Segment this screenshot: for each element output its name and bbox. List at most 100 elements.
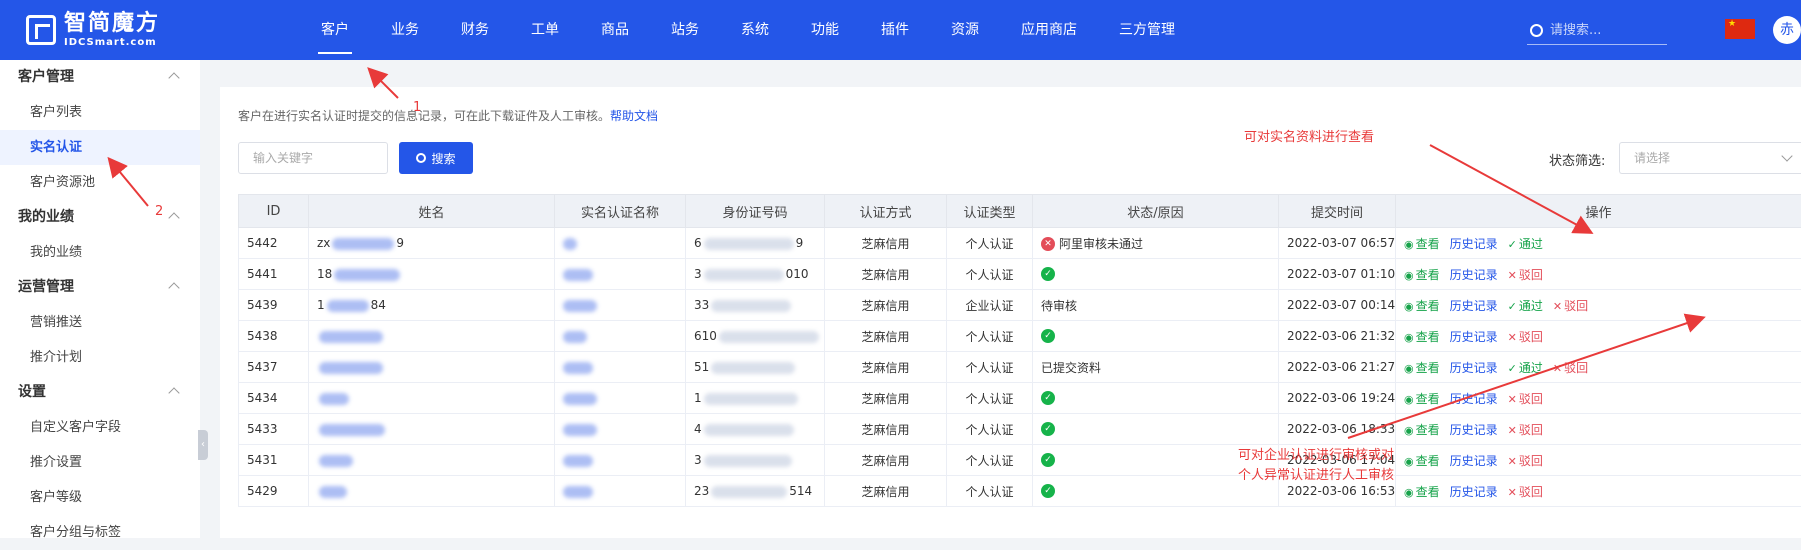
reject-link[interactable]: ✕驳回: [1508, 330, 1543, 344]
history-link[interactable]: 历史记录: [1450, 423, 1498, 437]
row-name[interactable]: 18: [309, 259, 555, 290]
real-name-redaction: [563, 238, 577, 250]
row-name[interactable]: [309, 476, 555, 507]
row-real-name[interactable]: [555, 228, 686, 259]
id-number-redaction: [711, 300, 791, 312]
row-real-name[interactable]: [555, 476, 686, 507]
action-label: 查看: [1416, 330, 1440, 344]
row-time: 2022-03-07 01:10: [1279, 259, 1396, 290]
row-name[interactable]: [309, 445, 555, 476]
view-link[interactable]: ◉查看: [1404, 330, 1440, 344]
table-row: 542923514芝麻信用个人认证✓2022-03-06 16:53◉查看历史记…: [239, 476, 1801, 507]
approve-link[interactable]: ✓通过: [1508, 299, 1543, 313]
reject-link[interactable]: ✕驳回: [1508, 485, 1543, 499]
sidebar-item[interactable]: 实名认证: [0, 130, 200, 165]
sidebar-group-label: 我的业绩: [18, 209, 74, 225]
row-name[interactable]: [309, 414, 555, 445]
sidebar-item[interactable]: 推介计划: [0, 340, 200, 375]
view-link[interactable]: ◉查看: [1404, 423, 1440, 437]
avatar[interactable]: 赤: [1773, 16, 1801, 44]
reject-link[interactable]: ✕驳回: [1508, 454, 1543, 468]
sidebar-item[interactable]: 营销推送: [0, 305, 200, 340]
nav-item[interactable]: 站务: [650, 0, 720, 60]
nav-item[interactable]: 三方管理: [1098, 0, 1196, 60]
keyword-input[interactable]: [238, 142, 388, 174]
row-real-name[interactable]: [555, 259, 686, 290]
row-name[interactable]: 184: [309, 290, 555, 321]
row-real-name[interactable]: [555, 445, 686, 476]
nav-item[interactable]: 功能: [790, 0, 860, 60]
action-label: 驳回: [1564, 299, 1588, 313]
row-real-name[interactable]: [555, 290, 686, 321]
row-real-name[interactable]: [555, 414, 686, 445]
nav-item[interactable]: 客户: [300, 0, 370, 60]
eye-icon: ◉: [1404, 455, 1414, 468]
nav-item[interactable]: 应用商店: [1000, 0, 1098, 60]
sidebar-group[interactable]: 设置: [0, 375, 200, 410]
row-status: ✓: [1033, 259, 1279, 290]
nav-item[interactable]: 工单: [510, 0, 580, 60]
approve-link[interactable]: ✓通过: [1508, 361, 1543, 375]
sidebar-item[interactable]: 客户资源池: [0, 165, 200, 200]
brand-logo[interactable]: 智简魔方 IDCSmart.com: [26, 12, 160, 48]
history-link[interactable]: 历史记录: [1450, 268, 1498, 282]
row-real-name[interactable]: [555, 352, 686, 383]
sidebar-item[interactable]: 客户等级: [0, 480, 200, 515]
action-label: 通过: [1519, 361, 1543, 375]
view-link[interactable]: ◉查看: [1404, 299, 1440, 313]
row-name[interactable]: [309, 383, 555, 414]
nav-item[interactable]: 系统: [720, 0, 790, 60]
sidebar-item[interactable]: 推介设置: [0, 445, 200, 480]
view-link[interactable]: ◉查看: [1404, 237, 1440, 251]
row-id-number: 23514: [686, 476, 825, 507]
history-link[interactable]: 历史记录: [1450, 330, 1498, 344]
history-link[interactable]: 历史记录: [1450, 299, 1498, 313]
reject-link[interactable]: ✕驳回: [1553, 361, 1588, 375]
row-name[interactable]: [309, 352, 555, 383]
top-search-input[interactable]: [1548, 22, 1662, 39]
nav-item[interactable]: 商品: [580, 0, 650, 60]
sidebar-item[interactable]: 客户列表: [0, 95, 200, 130]
sidebar-item[interactable]: 自定义客户字段: [0, 410, 200, 445]
history-link[interactable]: 历史记录: [1450, 361, 1498, 375]
nav-item[interactable]: 财务: [440, 0, 510, 60]
view-link[interactable]: ◉查看: [1404, 361, 1440, 375]
search-button[interactable]: 搜索: [399, 142, 473, 174]
view-link[interactable]: ◉查看: [1404, 392, 1440, 406]
approve-link[interactable]: ✓通过: [1508, 237, 1543, 251]
reject-link[interactable]: ✕驳回: [1508, 268, 1543, 282]
reject-link[interactable]: ✕驳回: [1508, 423, 1543, 437]
top-search[interactable]: [1527, 16, 1667, 45]
sidebar-item[interactable]: 我的业绩: [0, 235, 200, 270]
row-real-name[interactable]: [555, 383, 686, 414]
sidebar-group[interactable]: 客户管理: [0, 60, 200, 95]
nav-item[interactable]: 资源: [930, 0, 1000, 60]
view-link[interactable]: ◉查看: [1404, 454, 1440, 468]
china-flag-icon[interactable]: [1725, 19, 1755, 39]
view-link[interactable]: ◉查看: [1404, 268, 1440, 282]
row-name[interactable]: [309, 321, 555, 352]
chevron-down-icon: [1781, 150, 1792, 161]
nav-item[interactable]: 业务: [370, 0, 440, 60]
search-icon[interactable]: [1530, 24, 1543, 37]
sidebar: 客户管理客户列表实名认证客户资源池我的业绩我的业绩运营管理营销推送推介计划设置自…: [0, 60, 200, 538]
name-redaction: [319, 455, 353, 467]
reject-link[interactable]: ✕驳回: [1508, 392, 1543, 406]
sidebar-group[interactable]: 我的业绩: [0, 200, 200, 235]
help-doc-link[interactable]: 帮助文档: [610, 109, 658, 123]
row-real-name[interactable]: [555, 321, 686, 352]
row-name[interactable]: zx9: [309, 228, 555, 259]
reject-link[interactable]: ✕驳回: [1553, 299, 1588, 313]
name-redaction: [319, 362, 383, 374]
view-link[interactable]: ◉查看: [1404, 485, 1440, 499]
sidebar-item[interactable]: 客户分组与标签: [0, 515, 200, 550]
sidebar-collapse-handle[interactable]: ‹: [198, 430, 208, 460]
history-link[interactable]: 历史记录: [1450, 392, 1498, 406]
status-filter-select[interactable]: 请选择: [1619, 142, 1801, 174]
table-row: 54313芝麻信用个人认证✓2022-03-06 17:04◉查看历史记录✕驳回: [239, 445, 1801, 476]
history-link[interactable]: 历史记录: [1450, 485, 1498, 499]
history-link[interactable]: 历史记录: [1450, 237, 1498, 251]
sidebar-group[interactable]: 运营管理: [0, 270, 200, 305]
nav-item[interactable]: 插件: [860, 0, 930, 60]
history-link[interactable]: 历史记录: [1450, 454, 1498, 468]
